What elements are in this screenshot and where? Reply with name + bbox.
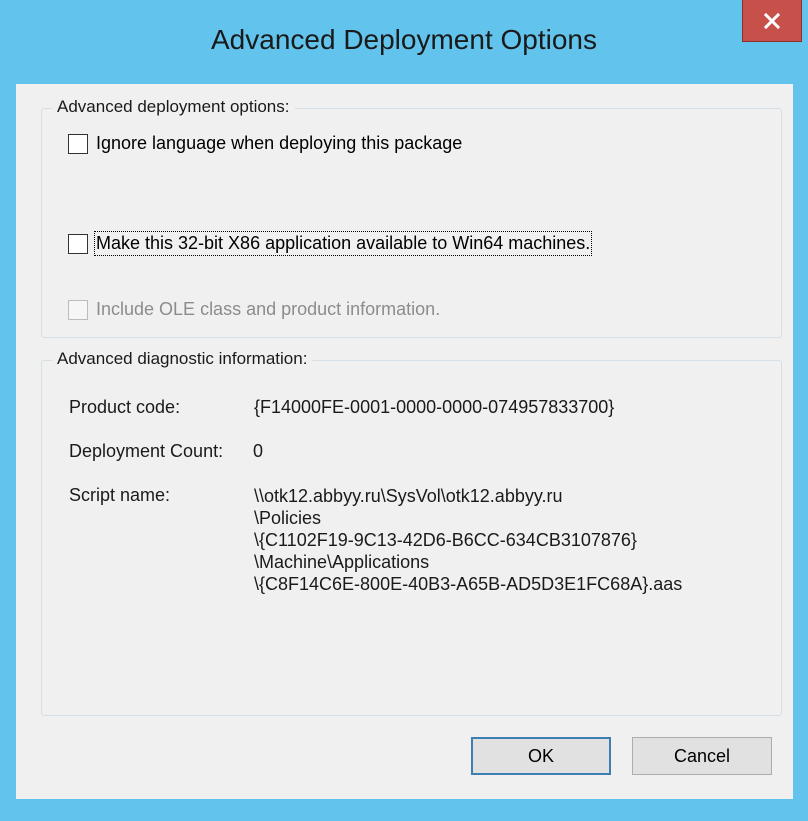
dialog-title: Advanced Deployment Options xyxy=(211,24,597,55)
win64-available-checkbox[interactable] xyxy=(68,233,88,254)
ignore-language-checkbox[interactable] xyxy=(68,133,88,154)
diagnostic-info-group: Advanced diagnostic information: Product… xyxy=(41,349,782,716)
dialog-window: Advanced Deployment Options Advanced dep… xyxy=(0,0,808,821)
title-bar[interactable]: Advanced Deployment Options xyxy=(0,0,808,84)
ignore-language-checkbox-row[interactable]: Ignore language when deploying this pack… xyxy=(68,133,462,154)
close-icon xyxy=(764,12,780,29)
script-name-value: \\otk12.abbyy.ru\SysVol\otk12.abbyy.ru \… xyxy=(254,485,682,595)
win64-available-checkbox-row[interactable]: Make this 32-bit X86 application availab… xyxy=(68,231,593,256)
script-name-line: \\otk12.abbyy.ru\SysVol\otk12.abbyy.ru xyxy=(254,486,563,506)
script-name-line: \{C1102F19-9C13-42D6-B6CC-634CB3107876} xyxy=(254,530,637,550)
include-ole-label: Include OLE class and product informatio… xyxy=(96,299,441,319)
script-name-label: Script name: xyxy=(69,485,171,505)
product-code-value: {F14000FE-0001-0000-0000-074957833700} xyxy=(254,397,615,417)
cancel-button[interactable]: Cancel xyxy=(632,737,772,775)
deployment-count-value: 0 xyxy=(253,441,264,461)
close-button[interactable] xyxy=(742,0,802,42)
include-ole-checkbox-row: Include OLE class and product informatio… xyxy=(68,299,440,320)
deployment-count-label: Deployment Count: xyxy=(69,441,224,461)
script-name-line: \{C8F14C6E-800E-40B3-A65B-AD5D3E1FC68A}.… xyxy=(254,574,683,594)
diagnostic-info-legend: Advanced diagnostic information: xyxy=(52,349,313,369)
deployment-options-group: Advanced deployment options: Ignore lang… xyxy=(41,97,782,338)
dialog-body: Advanced deployment options: Ignore lang… xyxy=(16,84,793,799)
ok-button[interactable]: OK xyxy=(471,737,611,775)
script-name-line: \Machine\Applications xyxy=(254,552,430,572)
win64-available-label[interactable]: Make this 32-bit X86 application availab… xyxy=(93,231,593,256)
product-code-label: Product code: xyxy=(69,397,181,417)
script-name-line: \Policies xyxy=(254,508,322,528)
deployment-options-legend: Advanced deployment options: xyxy=(52,97,295,117)
include-ole-checkbox xyxy=(68,299,88,320)
ignore-language-label[interactable]: Ignore language when deploying this pack… xyxy=(96,133,462,154)
